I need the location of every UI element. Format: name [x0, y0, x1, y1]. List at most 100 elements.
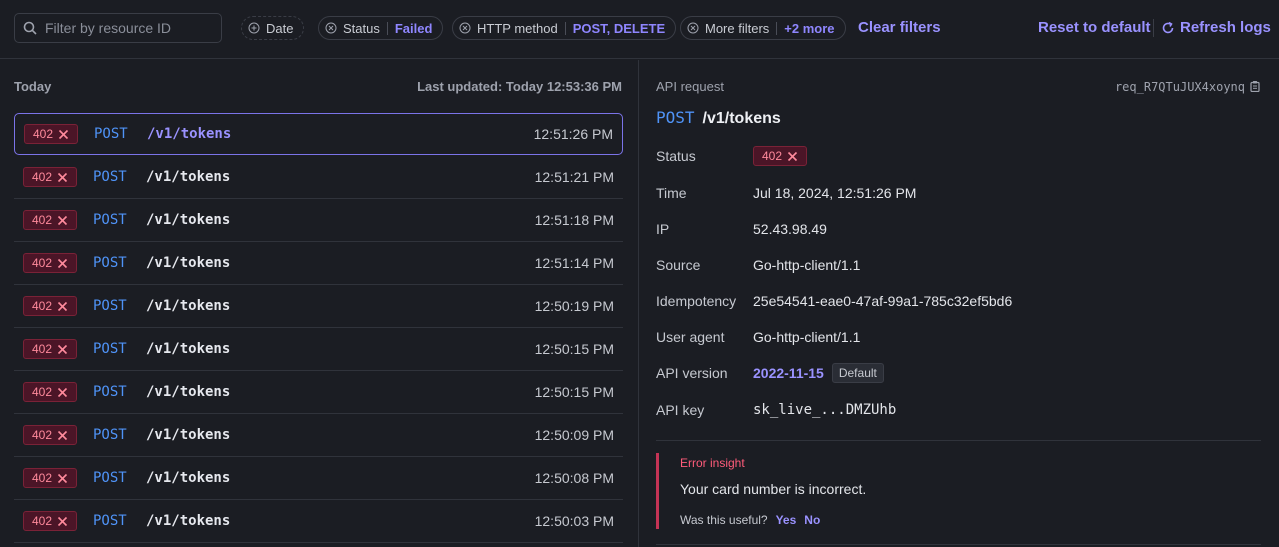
- error-insight: Error insight Your card number is incorr…: [656, 453, 1261, 529]
- close-icon: [57, 172, 68, 182]
- row-method: POST: [93, 384, 127, 400]
- log-row[interactable]: 402 POST/v1/tokens 12:50:15 PM: [14, 328, 623, 371]
- request-detail-pane: API request req_R7QTuJUX4xoynq POST /v1/…: [640, 60, 1279, 547]
- close-icon: [58, 129, 69, 139]
- row-method: POST: [93, 427, 127, 443]
- api-version-value: 2022-11-15 Default: [753, 363, 884, 383]
- log-row[interactable]: 402 POST/v1/tokens 12:50:09 PM: [14, 414, 623, 457]
- copy-icon[interactable]: [1249, 80, 1261, 92]
- row-time: 12:51:14 PM: [534, 255, 614, 271]
- row-method: POST: [93, 169, 127, 185]
- row-time: 12:50:15 PM: [534, 341, 614, 357]
- plus-circle-icon: [248, 22, 260, 34]
- row-path: /v1/tokens: [146, 384, 231, 400]
- row-time: 12:51:18 PM: [534, 212, 614, 228]
- api-key-label: API key: [656, 402, 705, 418]
- row-method: POST: [93, 341, 127, 357]
- api-key-value: sk_live_...DMZUhb: [753, 402, 897, 418]
- row-path: /v1/tokens: [146, 169, 231, 185]
- http-method-filter-chip[interactable]: HTTP method POST, DELETE: [452, 16, 677, 40]
- request-title: POST /v1/tokens: [656, 108, 781, 128]
- default-badge: Default: [831, 363, 884, 383]
- row-path: /v1/tokens: [146, 255, 231, 271]
- status-filter-chip[interactable]: Status Failed: [318, 16, 444, 40]
- refresh-icon[interactable]: [1161, 21, 1175, 35]
- search-box[interactable]: [14, 13, 222, 43]
- api-version-link[interactable]: 2022-11-15: [753, 365, 824, 381]
- more-filters-label: More filters: [705, 20, 770, 36]
- row-time: 12:50:15 PM: [534, 384, 614, 400]
- close-icon: [57, 473, 68, 483]
- http-method-filter-value: POST, DELETE: [572, 20, 666, 36]
- log-row[interactable]: 402 POST/v1/tokens 12:50:19 PM: [14, 285, 623, 328]
- status-code: 402: [31, 256, 53, 270]
- error-insight-heading: Error insight: [680, 456, 745, 470]
- request-path: /v1/tokens: [702, 110, 781, 127]
- remove-circle-icon[interactable]: [459, 22, 471, 34]
- close-icon: [57, 516, 68, 526]
- toolbar-divider: [1153, 19, 1154, 37]
- request-id[interactable]: req_R7QTuJUX4xoynq: [1115, 80, 1245, 94]
- log-row[interactable]: 402 POST/v1/tokens 12:51:14 PM: [14, 242, 623, 285]
- ip-label: IP: [656, 221, 670, 237]
- close-icon: [57, 258, 68, 268]
- row-time: 12:50:09 PM: [534, 427, 614, 443]
- close-icon: [57, 387, 68, 397]
- status-code: 402: [31, 471, 53, 485]
- log-row[interactable]: 402 POST/v1/tokens 12:50:15 PM: [14, 371, 623, 414]
- status-code: 402: [31, 213, 53, 227]
- more-filters-chip[interactable]: More filters +2 more: [680, 16, 846, 40]
- status-badge: 402: [23, 425, 77, 445]
- source-label: Source: [656, 257, 701, 273]
- status-badge: 402: [753, 146, 807, 166]
- section-divider: [656, 440, 1261, 441]
- remove-circle-icon[interactable]: [325, 22, 337, 34]
- status-code: 402: [31, 514, 53, 528]
- reset-to-default-button[interactable]: Reset to default: [1038, 19, 1151, 36]
- status-badge: 402: [23, 210, 77, 230]
- status-code: 402: [31, 385, 53, 399]
- status-code: 402: [32, 127, 54, 141]
- log-row[interactable]: 402 POST/v1/tokens 12:50:03 PM: [14, 500, 623, 543]
- feedback-yes-button[interactable]: Yes: [776, 513, 797, 527]
- log-row[interactable]: 402 POST/v1/tokens 12:50:08 PM: [14, 457, 623, 500]
- detail-header: API request: [656, 79, 724, 94]
- close-icon: [57, 344, 68, 354]
- time-value: Jul 18, 2024, 12:51:26 PM: [753, 185, 917, 201]
- chip-separator: [386, 21, 388, 35]
- date-filter-label: Date: [266, 20, 294, 36]
- row-path: /v1/tokens: [146, 427, 231, 443]
- log-row[interactable]: 402 POST/v1/tokens 12:51:21 PM: [14, 156, 623, 199]
- close-icon: [57, 215, 68, 225]
- time-label: Time: [656, 185, 687, 201]
- status-badge: 402: [23, 468, 77, 488]
- close-icon: [57, 430, 68, 440]
- log-row[interactable]: 402 POST/v1/tokens 12:51:18 PM: [14, 199, 623, 242]
- row-time: 12:51:26 PM: [533, 126, 613, 142]
- row-path: /v1/tokens: [146, 298, 231, 314]
- row-path: /v1/tokens: [146, 212, 231, 228]
- status-badge: 402: [24, 124, 78, 144]
- filter-bar: Date Status Failed HTTP method POST, DEL…: [0, 0, 1279, 59]
- row-time: 12:50:03 PM: [534, 513, 614, 529]
- log-row[interactable]: 402 POST/v1/tokens 12:51:26 PM: [14, 113, 623, 155]
- ip-value: 52.43.98.49: [753, 221, 827, 237]
- row-time: 12:51:21 PM: [534, 169, 614, 185]
- log-list-pane: Today Last updated: Today 12:53:36 PM 40…: [0, 60, 639, 547]
- remove-circle-icon[interactable]: [687, 22, 699, 34]
- date-filter-chip[interactable]: Date: [241, 16, 305, 40]
- clear-filters-button[interactable]: Clear filters: [858, 19, 941, 36]
- row-method: POST: [93, 255, 127, 271]
- chip-separator: [564, 21, 566, 35]
- search-input[interactable]: [45, 20, 215, 36]
- status-badge: 402: [23, 253, 77, 273]
- group-heading: Today: [14, 79, 52, 94]
- refresh-logs-button[interactable]: Refresh logs: [1180, 19, 1271, 36]
- last-updated-text: Last updated: Today 12:53:36 PM: [417, 79, 622, 94]
- row-method: POST: [93, 212, 127, 228]
- close-icon: [787, 151, 798, 161]
- user-agent-value: Go-http-client/1.1: [753, 329, 861, 345]
- section-divider: [656, 544, 1261, 545]
- feedback-no-button[interactable]: No: [804, 513, 820, 527]
- status-value: 402: [753, 146, 807, 166]
